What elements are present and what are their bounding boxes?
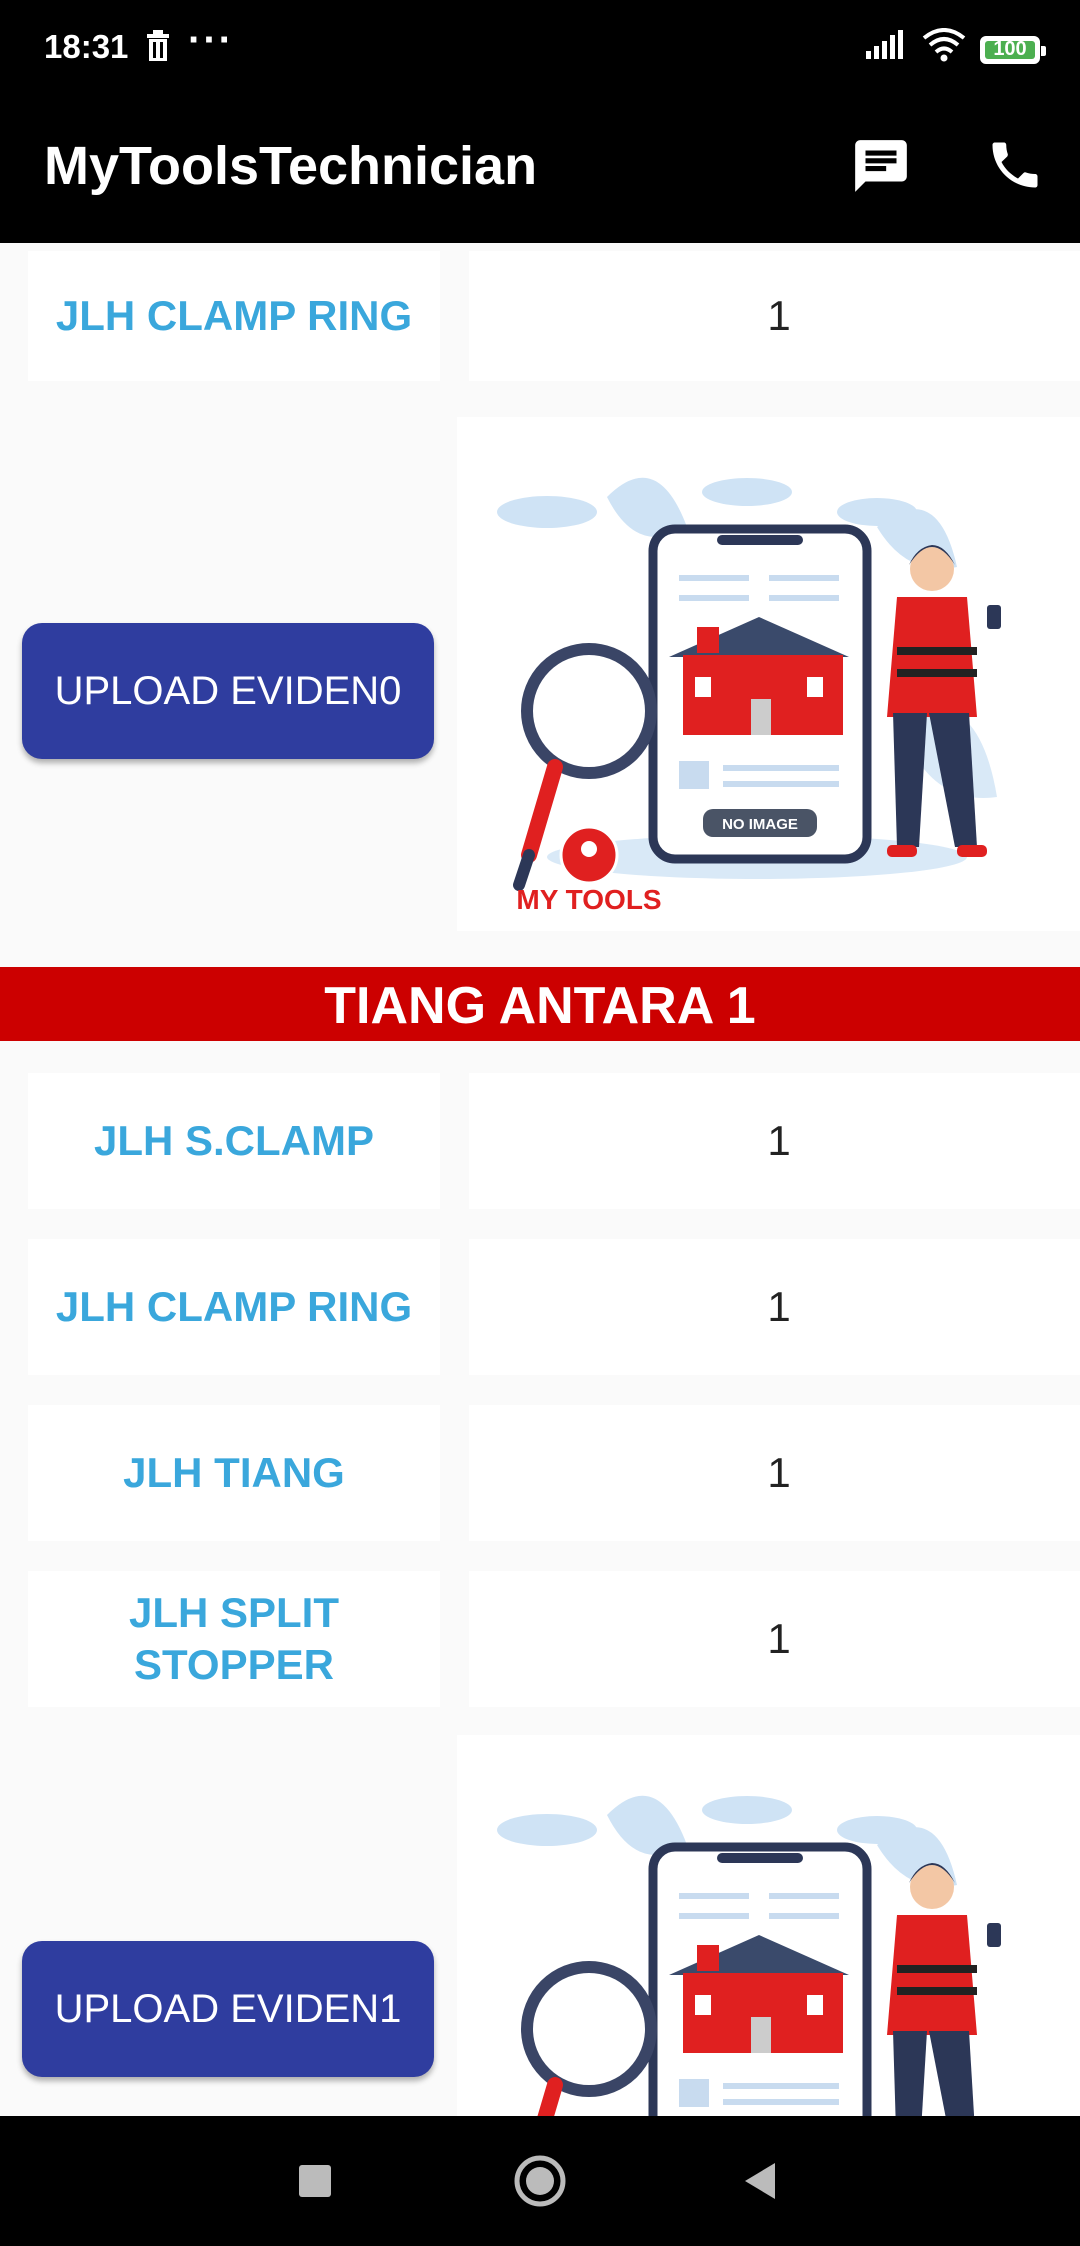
home-circle-icon[interactable] — [485, 2116, 595, 2246]
row-label-clamp-ring-2: JLH CLAMP RING — [28, 1239, 440, 1375]
row-value-clamp-ring: 1 — [469, 251, 1080, 381]
trash-icon — [145, 30, 171, 71]
upload-eviden0-label: UPLOAD EVIDEN0 — [54, 669, 402, 713]
app-bar: MyToolsTechnician — [0, 95, 1080, 243]
row-value-clamp-ring-2: 1 — [469, 1239, 1080, 1375]
row-label-tiang: JLH TIANG — [28, 1405, 440, 1541]
more-dots: ··· — [188, 18, 234, 62]
row-value-s-clamp: 1 — [469, 1073, 1080, 1209]
message-icon[interactable] — [850, 135, 912, 202]
navigation-bar — [0, 2116, 1080, 2246]
phone-icon[interactable] — [985, 135, 1045, 200]
app-title: MyToolsTechnician — [44, 136, 538, 196]
evidence-image-0: NO IMAGE MY TOOLS — [457, 417, 1080, 931]
row-label-clamp-ring: JLH CLAMP RING — [28, 251, 440, 381]
row-value-split-stopper: 1 — [469, 1571, 1080, 1707]
brand-text: MY TOOLS — [516, 884, 661, 915]
back-triangle-icon[interactable] — [705, 2116, 815, 2246]
battery-icon: 100 — [980, 35, 1046, 64]
row-value-tiang: 1 — [469, 1405, 1080, 1541]
row-label-split-stopper: JLH SPLIT STOPPER — [28, 1571, 440, 1707]
upload-eviden0-button[interactable]: UPLOAD EVIDEN0 — [22, 623, 434, 759]
section-title-tiang-antara-1: TIANG ANTARA 1 — [0, 967, 1080, 1041]
upload-eviden1-label: UPLOAD EVIDEN1 — [54, 1987, 402, 2031]
status-time: 18:31 — [44, 28, 129, 65]
status-bar: 18:31 ··· 100 — [0, 0, 1080, 95]
no-image-text: NO IMAGE — [722, 816, 798, 833]
evidence-image-1 — [457, 1735, 1080, 2116]
recents-square-icon[interactable] — [260, 2116, 370, 2246]
signal-icon — [864, 29, 908, 70]
battery-level: 100 — [993, 37, 1027, 60]
wifi-icon — [922, 28, 966, 71]
form-content[interactable]: JLH CLAMP RING 1 UPLOAD EVIDEN0 NO IMAGE — [0, 243, 1080, 2116]
upload-eviden1-button[interactable]: UPLOAD EVIDEN1 — [22, 1941, 434, 2077]
row-label-s-clamp: JLH S.CLAMP — [28, 1073, 440, 1209]
